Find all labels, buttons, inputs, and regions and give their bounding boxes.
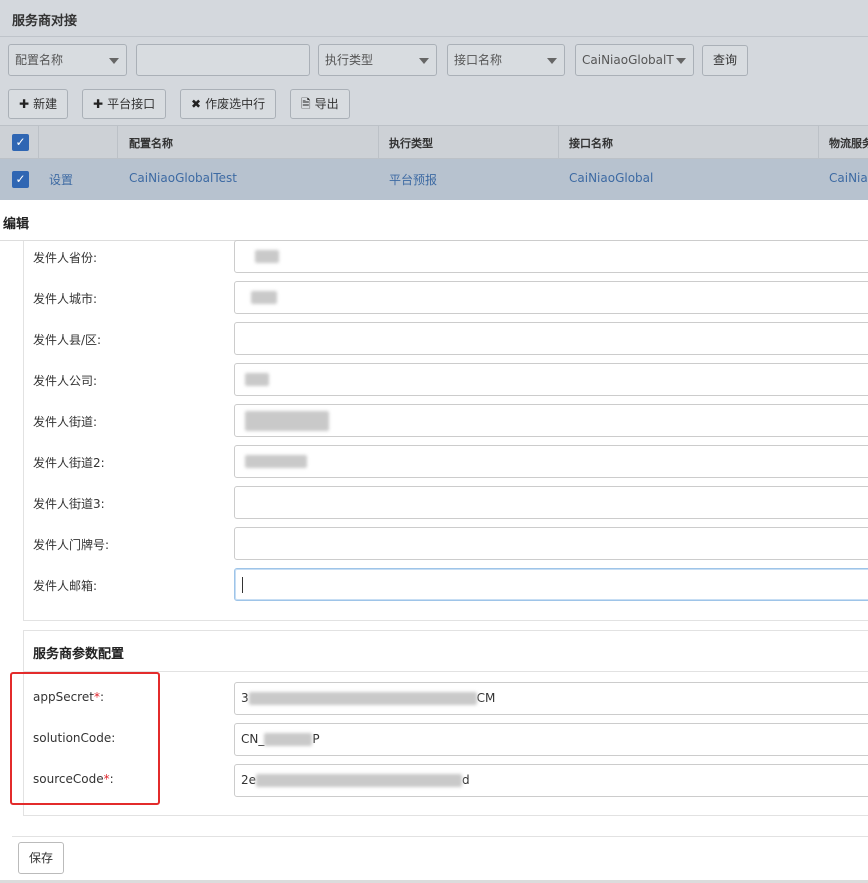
- row-api-name: CaiNiaoGlobal: [569, 171, 654, 185]
- column-header-exec-type[interactable]: 执行类型: [389, 135, 433, 151]
- column-header-api-name[interactable]: 接口名称: [569, 135, 613, 151]
- highlight-annotation-box: [10, 672, 160, 805]
- query-button[interactable]: 查询: [702, 45, 749, 76]
- chevron-down-icon: [547, 58, 557, 64]
- select-all-checkbox[interactable]: ✓: [12, 134, 29, 151]
- divider: [117, 126, 118, 160]
- row-settings-link[interactable]: 设置: [49, 171, 73, 188]
- redacted-value: [245, 373, 269, 386]
- provider-select-value: CaiNiaoGlobalT: [582, 53, 674, 67]
- redacted-value: [264, 733, 313, 746]
- edit-dialog: 编辑 发件人省份: 发件人城市: 发件人县/区: 发件人公司: 发件人街道: 发…: [0, 200, 868, 883]
- redacted-value: [256, 774, 463, 787]
- new-button-label: 新建: [33, 97, 58, 111]
- config-name-select[interactable]: 配置名称: [8, 44, 127, 76]
- redacted-value: [248, 692, 477, 705]
- table-header: ✓ 配置名称 执行类型 接口名称 物流服务: [0, 125, 868, 160]
- text-cursor: [242, 577, 243, 593]
- row-checkbox[interactable]: ✓: [12, 171, 29, 188]
- save-button[interactable]: 保存: [18, 842, 64, 874]
- new-button[interactable]: ✚ 新建: [8, 89, 69, 119]
- app-secret-value-start: 3: [241, 691, 249, 705]
- source-code-value-end: d: [462, 773, 470, 787]
- redacted-value: [245, 410, 329, 431]
- row-config-name: CaiNiaoGlobalTest: [129, 171, 237, 185]
- platform-api-button[interactable]: ✚ 平台接口: [82, 89, 167, 119]
- solution-code-value-start: CN_: [241, 732, 265, 746]
- dialog-header: 编辑: [0, 200, 868, 241]
- exec-type-select[interactable]: 执行类型: [318, 44, 437, 76]
- api-name-select-value: 接口名称: [454, 53, 503, 67]
- plus-icon: ✚: [19, 97, 30, 111]
- solution-code-input[interactable]: CN_ P: [234, 723, 868, 756]
- solution-code-value-end: P: [312, 732, 320, 746]
- column-header-service[interactable]: 物流服务: [829, 135, 868, 151]
- exec-type-select-value: 执行类型: [325, 53, 374, 67]
- redacted-value: [251, 291, 277, 304]
- sender-email-input[interactable]: [234, 568, 868, 601]
- sender-province-label: 发件人省份:: [33, 251, 98, 265]
- search-input[interactable]: [136, 44, 310, 76]
- provider-params-title: 服务商参数配置: [33, 647, 125, 662]
- row-service: CaiNia: [829, 171, 868, 185]
- sender-district-label: 发件人县/区:: [33, 333, 102, 347]
- redacted-value: [245, 455, 307, 468]
- page-title: 服务商对接: [12, 14, 78, 29]
- void-selected-button-label: 作废选中行: [205, 97, 266, 111]
- row-exec-type: 平台预报: [389, 173, 438, 187]
- sender-house-number-label: 发件人门牌号:: [33, 538, 110, 552]
- sender-company-input[interactable]: [234, 363, 868, 396]
- source-code-input[interactable]: 2e d: [234, 764, 868, 797]
- plus-icon: ✚: [93, 97, 104, 111]
- close-icon: ✖: [191, 97, 202, 111]
- dialog-title: 编辑: [3, 217, 30, 232]
- chevron-down-icon: [419, 58, 429, 64]
- sender-street3-input[interactable]: [234, 486, 868, 519]
- void-selected-button[interactable]: ✖ 作废选中行: [180, 89, 277, 119]
- chevron-down-icon: [109, 58, 119, 64]
- divider: [38, 126, 39, 160]
- sender-company-label: 发件人公司:: [33, 374, 98, 388]
- platform-api-button-label: 平台接口: [107, 97, 156, 111]
- chevron-down-icon: [676, 58, 686, 64]
- app-secret-input[interactable]: 3 CM: [234, 682, 868, 715]
- provider-select[interactable]: CaiNiaoGlobalT: [575, 44, 694, 76]
- table-row[interactable]: ✓ 设置 CaiNiaoGlobalTest 平台预报 CaiNiaoGloba…: [0, 159, 868, 200]
- sender-street2-label: 发件人街道2:: [33, 456, 105, 470]
- sender-district-input[interactable]: [234, 322, 868, 355]
- sender-street2-input[interactable]: [234, 445, 868, 478]
- redacted-value: [255, 250, 279, 263]
- sender-street-label: 发件人街道:: [33, 415, 98, 429]
- divider: [12, 836, 868, 837]
- sender-email-label: 发件人邮箱:: [33, 579, 98, 593]
- export-button[interactable]: 🗎 导出: [290, 89, 350, 119]
- sender-street-input[interactable]: [234, 404, 868, 437]
- divider: [0, 36, 868, 37]
- sender-house-number-input[interactable]: [234, 527, 868, 560]
- app-secret-value-end: CM: [476, 691, 496, 705]
- divider: [378, 126, 379, 160]
- sender-city-label: 发件人城市:: [33, 292, 98, 306]
- divider: [558, 126, 559, 160]
- export-button-label: 导出: [314, 97, 339, 111]
- background-page: 服务商对接 配置名称 执行类型 接口名称 CaiNiaoGlobalT 查询 ✚…: [0, 0, 868, 200]
- sender-street3-label: 发件人街道3:: [33, 497, 105, 511]
- source-code-value-start: 2e: [241, 773, 257, 787]
- sender-city-input[interactable]: [234, 281, 868, 314]
- api-name-select[interactable]: 接口名称: [447, 44, 565, 76]
- divider: [818, 126, 819, 160]
- sender-province-input[interactable]: [234, 240, 868, 273]
- export-file-icon: 🗎: [301, 97, 311, 111]
- config-name-select-value: 配置名称: [15, 53, 64, 67]
- column-header-config-name[interactable]: 配置名称: [129, 135, 173, 151]
